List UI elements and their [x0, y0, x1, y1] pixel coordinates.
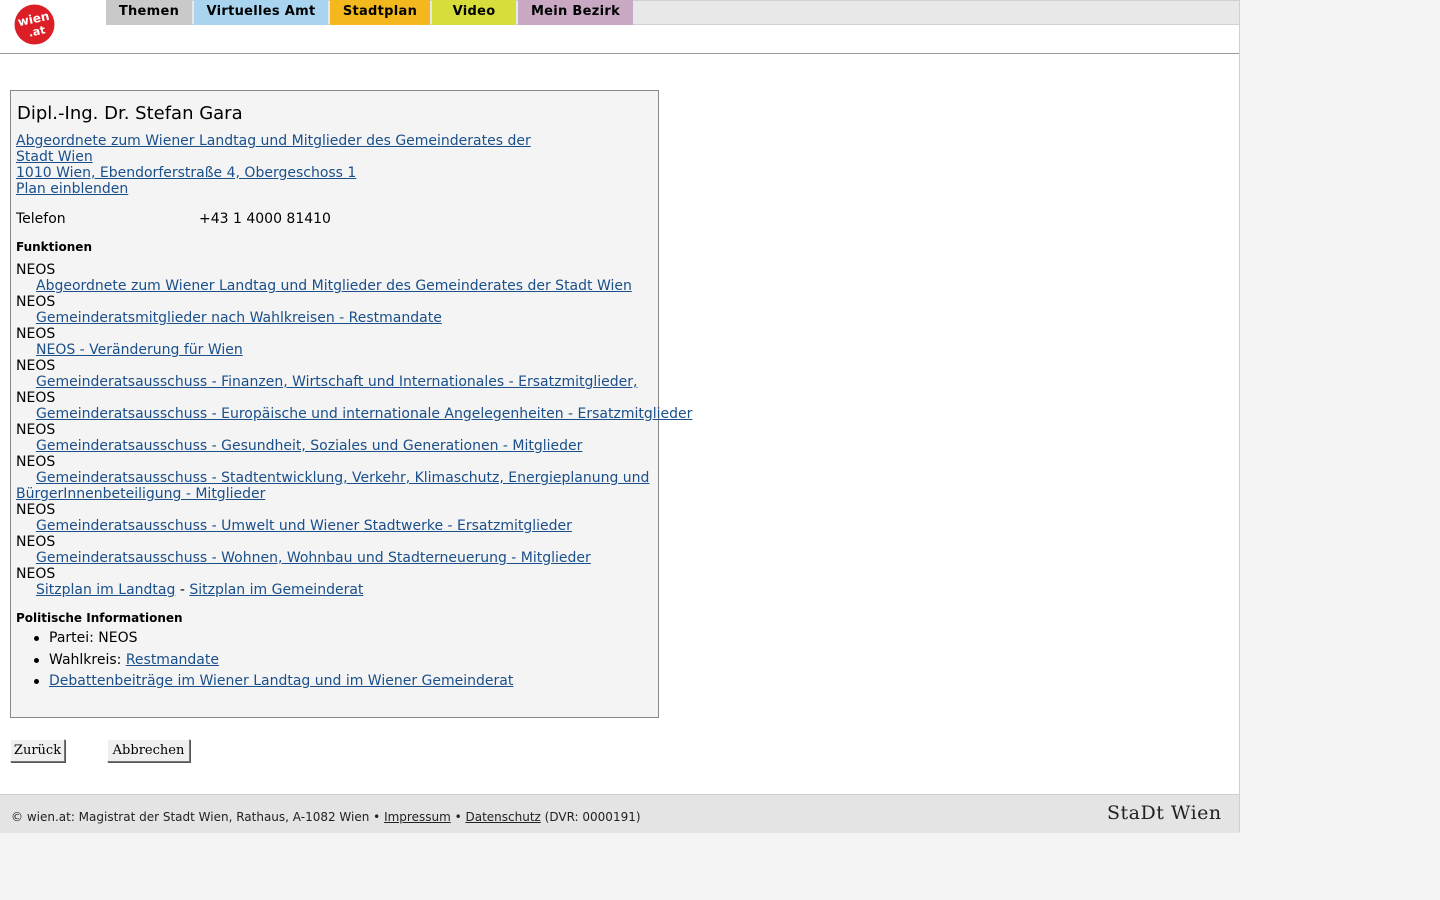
tab-stadtplan[interactable]: Stadtplan [330, 0, 430, 25]
phone-value: +43 1 4000 81410 [199, 211, 331, 227]
org-link[interactable]: Abgeordnete zum Wiener Landtag und Mitgl… [16, 133, 531, 149]
political-info-heading: Politische Informationen [16, 611, 183, 625]
wien-at-logo[interactable]: wien .at [14, 4, 55, 45]
constituency-label: Wahlkreis: [49, 652, 126, 668]
function-party: NEOS [16, 390, 56, 406]
back-button[interactable]: Zurück [10, 739, 65, 762]
seating-plan-landtag-link[interactable]: Sitzplan im Landtag [36, 582, 175, 598]
function-link[interactable]: Gemeinderatsausschuss - Umwelt und Wiene… [36, 518, 572, 534]
functions-heading: Funktionen [16, 240, 92, 254]
list-bullet [34, 636, 39, 641]
function-party: NEOS [16, 326, 56, 342]
function-link[interactable]: Gemeinderatsausschuss - Europäische und … [36, 406, 692, 422]
function-party: NEOS [16, 566, 56, 582]
function-party: NEOS [16, 454, 56, 470]
page: wien .at Themen Virtuelles Amt Stadtplan… [0, 0, 1240, 833]
list-bullet [34, 658, 39, 663]
stadt-wien-logo[interactable]: StaDt Wien [1107, 802, 1222, 824]
footer-copyright: © wien.at: Magistrat der Stadt Wien, Rat… [11, 810, 385, 824]
seating-plan-row: Sitzplan im Landtag - Sitzplan im Gemein… [36, 582, 363, 598]
seating-plan-gemeinderat-link[interactable]: Sitzplan im Gemeinderat [189, 582, 363, 598]
footer-separator: • [450, 810, 466, 824]
function-party: NEOS [16, 262, 56, 278]
function-link[interactable]: Gemeinderatsmitglieder nach Wahlkreisen … [36, 310, 442, 326]
party-info: Partei: NEOS [49, 630, 138, 646]
function-party: NEOS [16, 422, 56, 438]
function-party: NEOS [16, 294, 56, 310]
debate-contributions-link[interactable]: Debattenbeiträge im Wiener Landtag und i… [49, 673, 513, 689]
function-link[interactable]: Gemeinderatsausschuss - Wohnen, Wohnbau … [36, 550, 591, 566]
function-link[interactable]: Gemeinderatsausschuss - Finanzen, Wirtsc… [36, 374, 637, 390]
function-party: NEOS [16, 502, 56, 518]
tab-mein-bezirk[interactable]: Mein Bezirk [518, 0, 633, 25]
function-link[interactable]: Abgeordnete zum Wiener Landtag und Mitgl… [36, 278, 632, 294]
tab-virtuelles-amt[interactable]: Virtuelles Amt [194, 0, 328, 25]
person-name: Dipl.-Ing. Dr. Stefan Gara [17, 103, 243, 124]
cancel-button[interactable]: Abbrechen [107, 739, 190, 762]
function-link-continued[interactable]: BürgerInnenbeteiligung - Mitglieder [16, 486, 265, 502]
address-link[interactable]: 1010 Wien, Ebendorferstraße 4, Obergesch… [16, 165, 356, 181]
function-party: NEOS [16, 534, 56, 550]
datenschutz-link[interactable]: Datenschutz [465, 810, 540, 824]
function-link[interactable]: NEOS - Veränderung für Wien [36, 342, 243, 358]
header: wien .at Themen Virtuelles Amt Stadtplan… [0, 0, 1239, 54]
show-map-link[interactable]: Plan einblenden [16, 181, 128, 197]
phone-label: Telefon [16, 211, 66, 227]
tab-video[interactable]: Video [432, 0, 516, 25]
footer-dvr: (DVR: 0000191) [540, 810, 641, 824]
constituency-info: Wahlkreis: Restmandate [49, 652, 219, 668]
tab-themen[interactable]: Themen [106, 0, 192, 25]
footer: © wien.at: Magistrat der Stadt Wien, Rat… [0, 794, 1239, 833]
list-bullet [34, 679, 39, 684]
function-link[interactable]: Gemeinderatsausschuss - Gesundheit, Sozi… [36, 438, 582, 454]
function-link[interactable]: Gemeinderatsausschuss - Stadtentwicklung… [36, 470, 649, 486]
org-link-continued[interactable]: Stadt Wien [16, 149, 93, 165]
constituency-link[interactable]: Restmandate [126, 652, 219, 668]
seating-plan-separator: - [175, 582, 190, 598]
person-card: Dipl.-Ing. Dr. Stefan Gara Abgeordnete z… [10, 90, 692, 718]
impressum-link[interactable]: Impressum [384, 810, 451, 824]
footer-text: © wien.at: Magistrat der Stadt Wien, Rat… [11, 810, 641, 824]
function-party: NEOS [16, 358, 56, 374]
